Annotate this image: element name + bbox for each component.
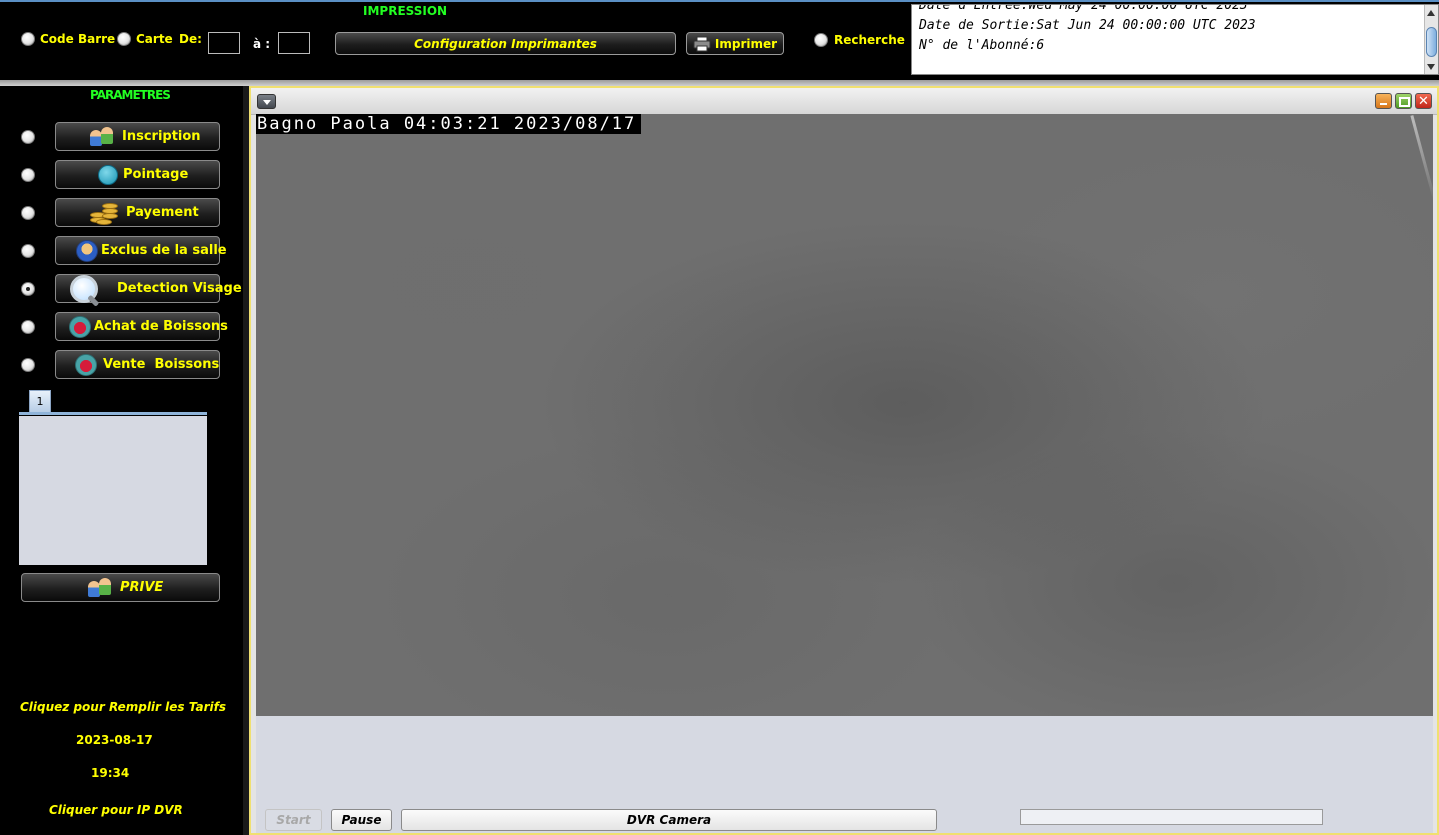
scroll-up-icon[interactable]: [1427, 10, 1435, 16]
shopping-bag-icon: [75, 353, 97, 376]
scroll-down-icon[interactable]: [1427, 64, 1435, 70]
print-button[interactable]: Imprimer: [686, 32, 784, 55]
dvr-camera-label: DVR Camera: [626, 813, 712, 827]
prive-label: PRIVE: [120, 580, 164, 595]
radio-achat-boissons[interactable]: [21, 320, 35, 334]
a-label: à :: [253, 37, 271, 51]
sidebar-item-label: Detection Visage: [117, 281, 242, 296]
maximize-icon[interactable]: [1395, 93, 1412, 109]
pause-label: Pause: [341, 813, 382, 827]
radio-inscription[interactable]: [21, 130, 35, 144]
sidebar-item-vente-boissons[interactable]: Vente Boissons: [55, 350, 220, 379]
magnifier-icon: [68, 274, 102, 308]
dvr-camera-button[interactable]: DVR Camera: [401, 809, 937, 831]
prive-button[interactable]: PRIVE: [21, 573, 220, 602]
sidebar-item-label: Achat de Boissons: [94, 319, 228, 334]
config-printers-button[interactable]: Configuration Imprimantes: [335, 32, 676, 55]
sidebar-item-label: Vente Boissons: [103, 357, 220, 372]
info-line-entry-date: Date d'Entrée:Wed May 24 00:00:00 UTC 20…: [919, 4, 1248, 13]
video-streak: [1410, 115, 1433, 203]
sidebar-item-exclus[interactable]: Exclus de la salle: [55, 236, 227, 265]
radio-carte-label: Carte: [136, 32, 173, 46]
sidebar-item-achat-boissons[interactable]: Achat de Boissons: [55, 312, 228, 341]
sidebar-title: PARAMETRES: [90, 88, 171, 102]
config-printers-label: Configuration Imprimantes: [414, 36, 597, 51]
camera-controls-panel: Start Pause DVR Camera: [256, 716, 1433, 833]
scroll-thumb[interactable]: [1426, 27, 1437, 57]
sidebar-item-label: Exclus de la salle: [101, 243, 227, 258]
radio-code-barre-label: Code Barre: [40, 32, 116, 46]
sidebar-item-label: Inscription: [122, 129, 201, 144]
sidebar-item-label: Payement: [126, 205, 199, 220]
subscriber-info-textarea[interactable]: Date d'Entrée:Wed May 24 00:00:00 UTC 20…: [911, 4, 1439, 75]
current-time: 19:34: [91, 766, 130, 780]
impression-title: IMPRESSION: [363, 4, 448, 18]
radio-pointage[interactable]: [21, 168, 35, 182]
camera-osd-text: Bagno Paola 04:03:21 2023/08/17: [256, 114, 642, 134]
close-icon[interactable]: ✕: [1415, 93, 1432, 109]
tab-panel: [19, 416, 207, 565]
info-line-subscriber-number: N° de l'Abonné:6: [919, 38, 1045, 53]
radio-detection-visage[interactable]: [21, 282, 35, 296]
coins-icon: [88, 199, 122, 227]
radio-exclus[interactable]: [21, 244, 35, 258]
shopping-bag-icon: [69, 315, 91, 338]
tab-underline: [19, 412, 207, 415]
printer-icon: [693, 36, 711, 51]
title-strip: [0, 0, 1439, 2]
pause-button[interactable]: Pause: [331, 809, 392, 831]
print-label: Imprimer: [714, 36, 778, 51]
progress-bar: [1020, 809, 1323, 825]
start-label: Start: [276, 813, 311, 827]
minimize-icon[interactable]: [1375, 93, 1392, 109]
app-window: IMPRESSION Code Barre Carte De: à : Conf…: [0, 0, 1439, 835]
radio-recherche-label: Recherche: [834, 33, 905, 47]
radio-vente-boissons[interactable]: [21, 358, 35, 372]
a-input[interactable]: [278, 32, 310, 54]
frame-titlebar[interactable]: ✕: [251, 88, 1437, 115]
tarifs-link[interactable]: Cliquez pour Remplir les Tarifs: [20, 700, 226, 714]
radio-code-barre[interactable]: [21, 32, 35, 46]
sidebar: PARAMETRES Inscription Pointage Payement: [0, 86, 243, 835]
top-toolbar: IMPRESSION Code Barre Carte De: à : Conf…: [0, 0, 1439, 80]
de-input[interactable]: [208, 32, 240, 54]
info-scrollbar[interactable]: [1424, 5, 1438, 74]
tab-1[interactable]: 1: [29, 390, 51, 412]
users-icon: [88, 126, 116, 148]
frame-menu-icon[interactable]: [257, 94, 276, 109]
info-line-exit-date: Date de Sortie:Sat Jun 24 00:00:00 UTC 2…: [919, 18, 1256, 33]
users-icon: [86, 577, 114, 599]
camera-video-feed: Bagno Paola 04:03:21 2023/08/17: [256, 114, 1433, 716]
excluded-user-icon: [76, 239, 98, 262]
current-date: 2023-08-17: [76, 733, 153, 747]
camera-frame: ✕ Bagno Paola 04:03:21 2023/08/17 Start …: [249, 86, 1439, 835]
sidebar-item-inscription[interactable]: Inscription: [55, 122, 220, 151]
radio-carte[interactable]: [117, 32, 131, 46]
start-button[interactable]: Start: [265, 809, 322, 831]
ip-dvr-link[interactable]: Cliquer pour IP DVR: [49, 803, 183, 817]
de-label: De:: [179, 32, 202, 46]
radio-payement[interactable]: [21, 206, 35, 220]
sidebar-item-payement[interactable]: Payement: [55, 198, 220, 227]
radio-recherche[interactable]: [814, 33, 828, 47]
sidebar-item-detection-visage[interactable]: Detection Visage: [55, 274, 242, 303]
sidebar-item-label: Pointage: [123, 167, 189, 182]
user-badge-icon: [98, 164, 118, 185]
sidebar-item-pointage[interactable]: Pointage: [55, 160, 220, 189]
